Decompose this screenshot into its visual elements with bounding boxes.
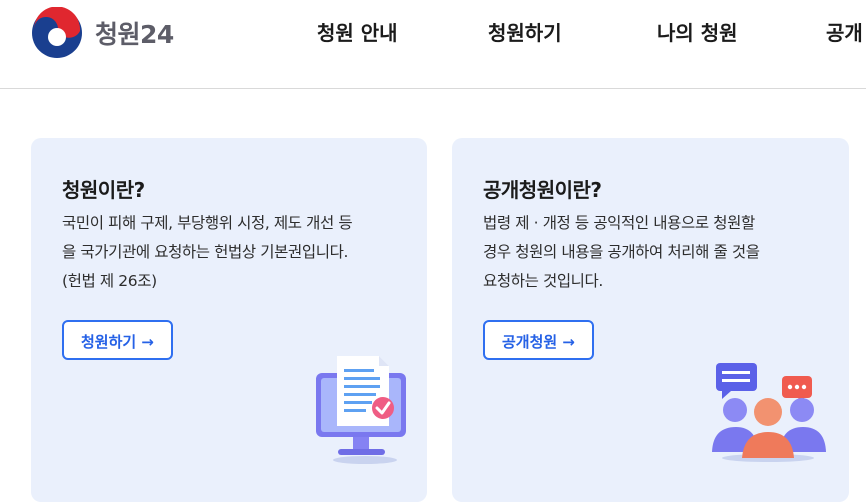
card-title: 청원이란? [62,178,145,202]
button-label: 청원하기 [81,333,137,351]
card-description-line: 경우 청원의 내용을 공개하여 처리해 줄 것을 [483,243,760,261]
card-title: 공개청원이란? [483,178,602,202]
taeguk-logo-icon [32,7,82,58]
public-petition-info-card: 공개청원이란? 법령 제 · 개정 등 공익적인 내용으로 청원할 경우 청원의… [452,138,849,502]
arrow-right-icon: → [141,333,154,351]
button-label: 공개청원 [502,333,558,351]
people-chat-icon [712,363,826,462]
card-description-line: 요청하는 것입니다. [483,272,603,290]
nav-item-my-petition[interactable]: 나의 청원 [657,18,738,48]
nav-item-public-petition[interactable]: 공개 [826,18,863,48]
submit-petition-button[interactable]: 청원하기 → [62,320,173,360]
card-description-line: 을 국가기관에 요청하는 헌법상 기본권입니다. [62,243,348,261]
site-header: 청원24 청원 안내 청원하기 나의 청원 공개 [0,0,866,89]
document-monitor-check-icon [316,356,406,464]
card-description: 국민이 피해 구제, 부당행위 시정, 제도 개선 등 을 국가기관에 요청하는… [62,209,412,296]
logo-text: 청원24 [95,20,174,49]
card-description-line: (헌법 제 26조) [62,272,157,290]
card-description-line: 국민이 피해 구제, 부당행위 시정, 제도 개선 등 [62,214,353,232]
nav-item-submit-petition[interactable]: 청원하기 [488,18,562,48]
petition-info-card: 청원이란? 국민이 피해 구제, 부당행위 시정, 제도 개선 등 을 국가기관… [31,138,427,502]
card-description-line: 법령 제 · 개정 등 공익적인 내용으로 청원할 [483,214,755,232]
arrow-right-icon: → [562,333,575,351]
nav-item-petition-guide[interactable]: 청원 안내 [317,18,398,48]
logo[interactable]: 청원24 [31,7,174,59]
public-petition-button[interactable]: 공개청원 → [483,320,594,360]
card-description: 법령 제 · 개정 등 공익적인 내용으로 청원할 경우 청원의 내용을 공개하… [483,209,833,296]
